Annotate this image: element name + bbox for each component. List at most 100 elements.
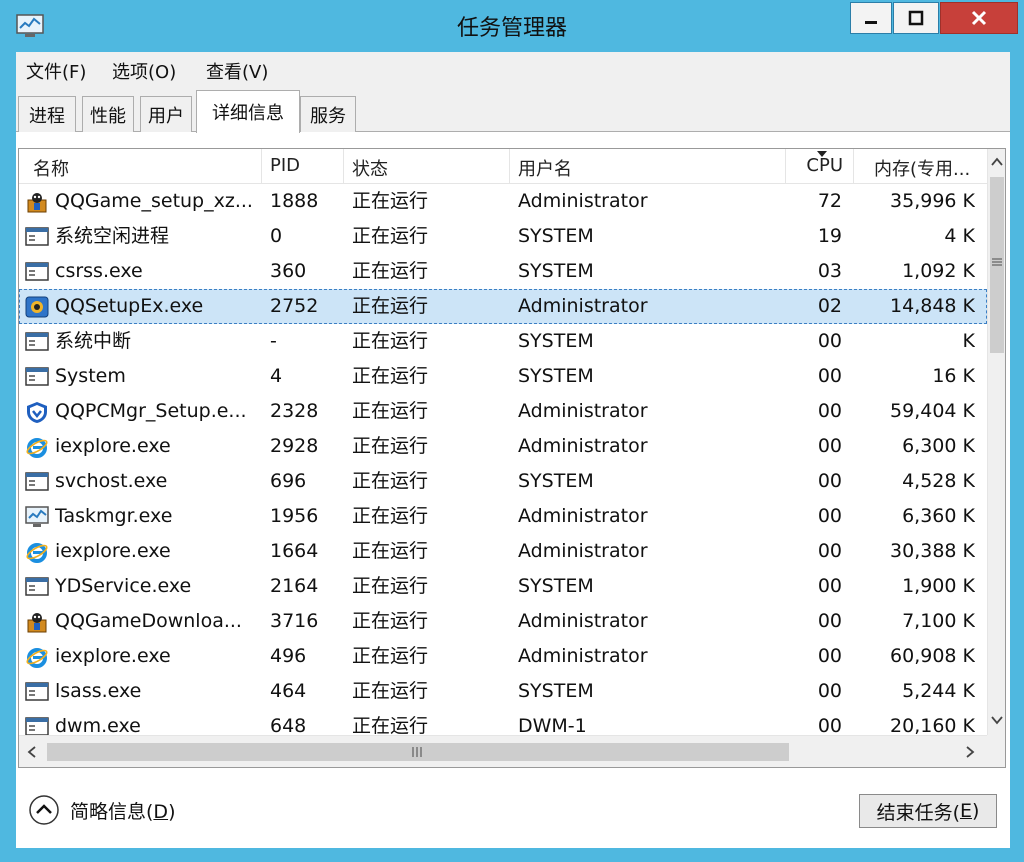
table-row[interactable]: QQGame_setup_xz... 1888 正在运行 Administrator 7… bbox=[19, 184, 987, 219]
table-row[interactable]: iexplore.exe 2928 正在运行 Administrator 00 6,300… bbox=[19, 429, 987, 464]
menu-options[interactable]: 选项(O) bbox=[112, 58, 176, 84]
process-status: 正在运行 bbox=[352, 435, 429, 457]
column-header-username[interactable]: 用户名 bbox=[510, 149, 786, 183]
tab-users[interactable]: 用户 bbox=[140, 96, 192, 132]
tab-processes[interactable]: 进程 bbox=[18, 96, 76, 132]
process-cpu: 00 bbox=[817, 435, 842, 457]
process-pid: 464 bbox=[270, 680, 307, 702]
window-icon bbox=[25, 682, 49, 701]
end-task-accesskey: E bbox=[959, 800, 972, 822]
tab-services[interactable]: 服务 bbox=[300, 96, 356, 132]
process-pid: 0 bbox=[270, 225, 283, 247]
qq-setup-icon bbox=[25, 296, 49, 318]
ie-icon bbox=[26, 543, 48, 563]
process-status: 正在运行 bbox=[352, 645, 429, 667]
table-row[interactable]: System 4 正在运行 SYSTEM 00 16 K bbox=[19, 359, 987, 394]
table-row[interactable]: csrss.exe 360 正在运行 SYSTEM 03 1,092 K bbox=[19, 254, 987, 289]
process-memory: 30,388 K bbox=[890, 540, 975, 562]
table-row[interactable]: QQSetupEx.exe 2752 正在运行 Administrator 02 14,8… bbox=[19, 289, 987, 324]
grip-icon bbox=[412, 747, 422, 757]
process-name: QQGameDownloa... bbox=[55, 610, 242, 632]
menu-file[interactable]: 文件(F) bbox=[26, 58, 86, 84]
column-header-pid[interactable]: PID bbox=[262, 149, 344, 183]
scroll-up-icon bbox=[991, 157, 1003, 166]
process-memory: 59,404 K bbox=[890, 400, 975, 422]
process-username: Administrator bbox=[518, 540, 648, 562]
column-header-name[interactable]: 名称 bbox=[19, 149, 262, 183]
table-row[interactable]: svchost.exe 696 正在运行 SYSTEM 00 4,528 K bbox=[19, 464, 987, 499]
process-cpu: 00 bbox=[817, 645, 842, 667]
process-name: svchost.exe bbox=[55, 470, 168, 492]
process-status: 正在运行 bbox=[352, 225, 429, 247]
table-row[interactable]: 系统空闲进程 0 正在运行 SYSTEM 19 4 K bbox=[19, 219, 987, 254]
minimize-button[interactable] bbox=[850, 2, 892, 34]
table-row[interactable]: iexplore.exe 496 正在运行 Administrator 00 60,908… bbox=[19, 639, 987, 674]
less-details-toggle[interactable]: 简略信息(D) bbox=[28, 794, 175, 826]
window-icon bbox=[25, 227, 49, 246]
table-row[interactable]: 系统中断 - 正在运行 SYSTEM 00 K bbox=[19, 324, 987, 359]
vertical-scrollbar[interactable] bbox=[987, 149, 1005, 735]
process-memory: 5,244 K bbox=[902, 680, 975, 702]
process-cpu: 00 bbox=[817, 470, 842, 492]
process-memory: 35,996 K bbox=[890, 190, 975, 212]
process-username: Administrator bbox=[518, 610, 648, 632]
process-username: SYSTEM bbox=[518, 575, 594, 597]
table-row[interactable]: iexplore.exe 1664 正在运行 Administrator 00 30,38… bbox=[19, 534, 987, 569]
process-cpu: 19 bbox=[817, 225, 842, 247]
process-status: 正在运行 bbox=[352, 470, 429, 492]
column-header-row: 名称 PID 状态 用户名 CPU 内存(专用... bbox=[19, 149, 987, 184]
process-pid: 2328 bbox=[270, 400, 319, 422]
column-header-status[interactable]: 状态 bbox=[344, 149, 510, 183]
process-name: iexplore.exe bbox=[55, 540, 171, 562]
table-row[interactable]: QQGameDownloa... 3716 正在运行 Administrator 00 7… bbox=[19, 604, 987, 639]
process-username: SYSTEM bbox=[518, 225, 594, 247]
process-memory: K bbox=[962, 330, 975, 352]
process-memory: 6,360 K bbox=[902, 505, 975, 527]
column-header-cpu-label: CPU bbox=[806, 155, 843, 176]
close-button[interactable] bbox=[940, 2, 1018, 34]
maximize-button[interactable] bbox=[893, 2, 939, 34]
tab-performance[interactable]: 性能 bbox=[82, 96, 134, 132]
process-memory: 1,900 K bbox=[902, 575, 975, 597]
process-username: Administrator bbox=[518, 295, 648, 317]
process-username: Administrator bbox=[518, 400, 648, 422]
tab-details[interactable]: 详细信息 bbox=[196, 90, 300, 133]
process-pid: 2164 bbox=[270, 575, 319, 597]
table-row[interactable]: YDService.exe 2164 正在运行 SYSTEM 00 1,900 K bbox=[19, 569, 987, 604]
process-status: 正在运行 bbox=[352, 365, 429, 387]
column-header-memory[interactable]: 内存(专用... bbox=[854, 149, 987, 183]
process-name: csrss.exe bbox=[55, 260, 143, 282]
process-name: 系统空闲进程 bbox=[55, 225, 170, 247]
details-table: 名称 PID 状态 用户名 CPU 内存(专用... QQGame_setup_… bbox=[18, 148, 1006, 768]
process-cpu: 02 bbox=[817, 295, 842, 317]
process-name: iexplore.exe bbox=[55, 645, 171, 667]
process-name: QQPCMgr_Setup.e... bbox=[55, 400, 247, 422]
title-bar[interactable]: 任务管理器 bbox=[0, 0, 1024, 52]
scrollbar-corner bbox=[987, 735, 1005, 767]
process-cpu: 00 bbox=[817, 365, 842, 387]
table-row[interactable]: QQPCMgr_Setup.e... 2328 正在运行 Administrator 0… bbox=[19, 394, 987, 429]
process-status: 正在运行 bbox=[352, 575, 429, 597]
menu-view[interactable]: 查看(V) bbox=[206, 58, 268, 84]
less-details-label: 简略信息(D) bbox=[70, 797, 175, 824]
end-task-button[interactable]: 结束任务(E) bbox=[859, 794, 997, 828]
table-row[interactable]: Taskmgr.exe 1956 正在运行 Administrator 00 6,360 … bbox=[19, 499, 987, 534]
process-pid: 696 bbox=[270, 470, 307, 492]
qqgame-icon bbox=[27, 613, 47, 633]
table-row[interactable]: lsass.exe 464 正在运行 SYSTEM 00 5,244 K bbox=[19, 674, 987, 709]
process-pid: 1956 bbox=[270, 505, 319, 527]
process-username: SYSTEM bbox=[518, 680, 594, 702]
process-memory: 60,908 K bbox=[890, 645, 975, 667]
process-cpu: 00 bbox=[817, 610, 842, 632]
window-icon bbox=[25, 367, 49, 386]
horizontal-scroll-thumb[interactable] bbox=[47, 743, 789, 761]
horizontal-scrollbar[interactable] bbox=[19, 735, 987, 767]
window-icon bbox=[25, 577, 49, 596]
ie-icon bbox=[26, 438, 48, 458]
scroll-left-icon bbox=[27, 746, 36, 758]
column-header-cpu[interactable]: CPU bbox=[786, 149, 854, 183]
process-memory: 4,528 K bbox=[902, 470, 975, 492]
process-status: 正在运行 bbox=[352, 680, 429, 702]
vertical-scroll-thumb[interactable] bbox=[990, 177, 1004, 353]
process-name: 系统中断 bbox=[55, 330, 132, 352]
